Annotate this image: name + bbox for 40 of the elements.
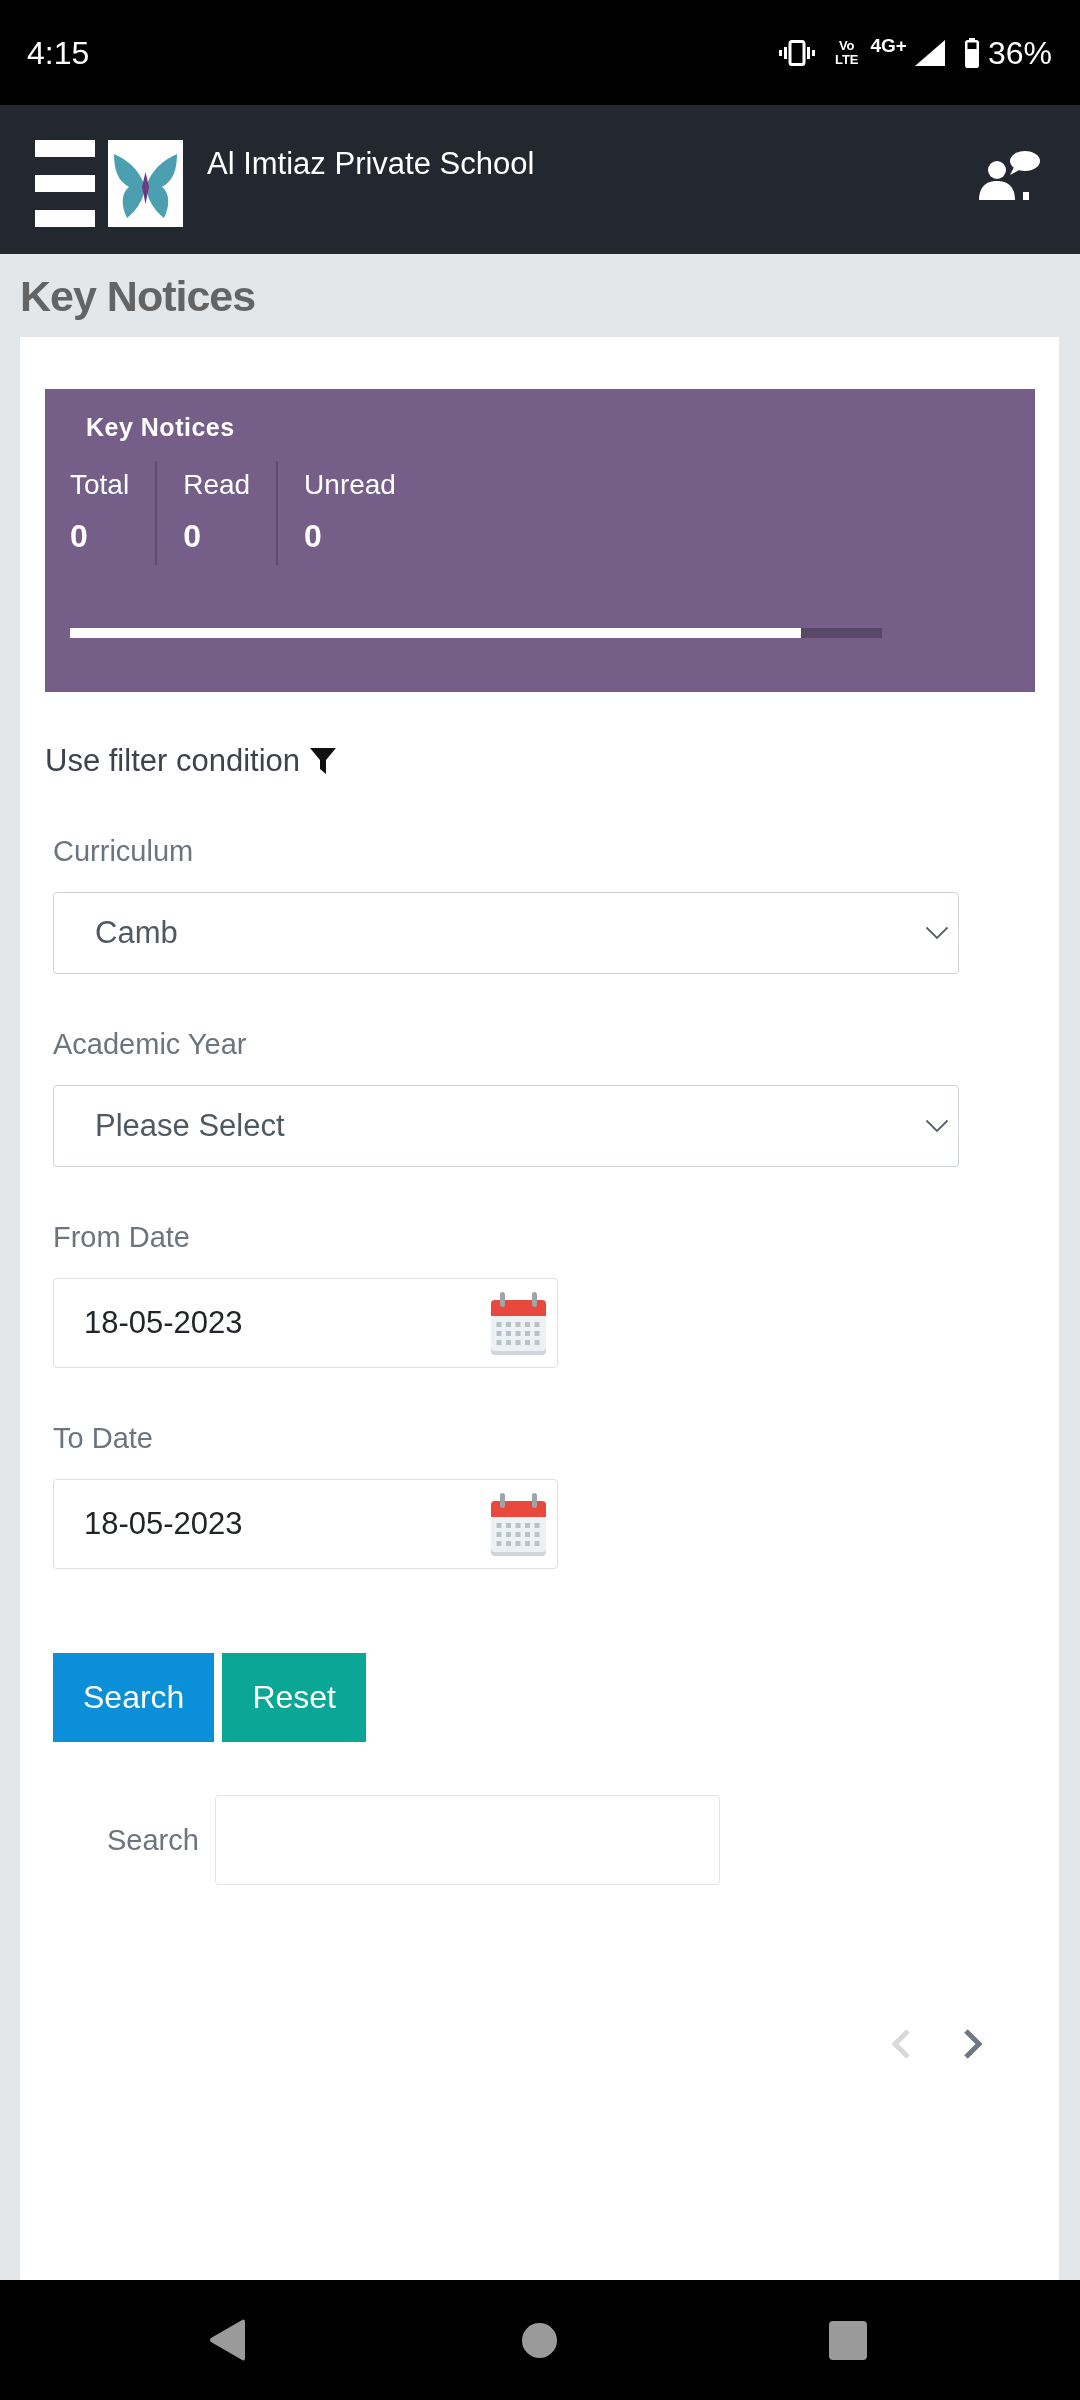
filter-icon[interactable] [310,748,336,774]
signal-icon [914,39,945,66]
field-label: To Date [53,1421,153,1456]
field-label: Curriculum [53,834,194,869]
date-field[interactable]: 18-05-2023 [53,1479,558,1569]
person-speech-bubble-icon[interactable] [977,150,1040,200]
search-button[interactable]: Search [53,1653,215,1742]
filter-heading: Use filter condition [45,742,300,780]
back-icon[interactable] [209,2319,245,2361]
butterfly-logo-icon [108,140,183,227]
search-label: Search [107,1823,199,1858]
status-time: 4:15 [27,34,90,71]
battery-icon [964,37,979,68]
stat-value: 0 [70,517,88,556]
chevron-down-icon [925,926,949,940]
home-icon[interactable] [522,2322,557,2358]
chevron-down-icon [925,1119,949,1133]
network-label: 4G+ [870,35,907,56]
dropdown[interactable]: Please Select [53,1085,959,1167]
field-label: Academic Year [53,1027,247,1062]
calendar-icon [491,1492,546,1556]
calendar-icon [491,1291,546,1355]
stat-value: 0 [304,517,322,556]
battery-percent: 36% [987,34,1052,71]
stat-value: 0 [183,517,201,556]
recents-icon[interactable] [829,2320,867,2360]
page-title: Key Notices [20,270,256,321]
panel-title: Key Notices [86,413,235,441]
stat-label: Unread [304,468,396,502]
date-field[interactable]: 18-05-2023 [53,1278,558,1368]
menu-icon[interactable] [35,140,95,227]
chevron-right-icon[interactable] [963,2029,983,2059]
search-field[interactable] [214,1795,720,1885]
app-title: Al Imtiaz Private School [207,146,535,182]
stat-label: Total [70,468,130,502]
dropdown[interactable]: Camb [53,892,959,974]
field-label: From Date [53,1220,190,1255]
stat-label: Read [183,468,251,502]
volte-indicator: Vo LTE [834,38,859,67]
vibrate-icon [778,39,815,66]
